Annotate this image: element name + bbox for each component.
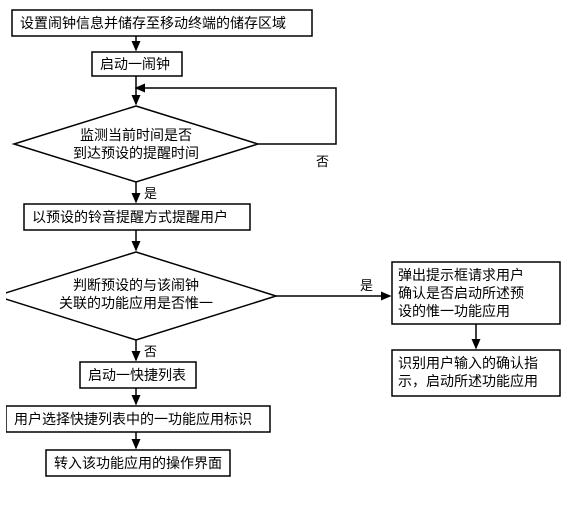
decision2-no-label: 否	[144, 344, 157, 359]
step-goto-app-label: 转入该功能应用的操作界面	[54, 455, 222, 471]
decision-check-time-line1: 监测当前时间是否	[80, 127, 192, 143]
decision2-yes-label: 是	[360, 278, 373, 293]
decision1-yes-label: 是	[144, 186, 157, 201]
step-start-alarm-label: 启动一闹钟	[100, 56, 170, 72]
branch-popup-line1: 弹出提示框请求用户	[398, 267, 524, 283]
step-start-quicklist-label: 启动一快捷列表	[88, 367, 186, 383]
step-ring-remind-label: 以预设的铃音提醒方式提醒用户	[32, 209, 228, 225]
branch-popup-line3: 设的惟一功能应用	[398, 303, 510, 319]
decision1-no-label: 否	[316, 154, 329, 169]
step-user-select-label: 用户选择快捷列表中的一功能应用标识	[14, 411, 252, 427]
branch-recognize-line2: 示，启动所述功能应用	[398, 373, 538, 389]
decision-check-time-line2: 到达预设的提醒时间	[73, 145, 199, 161]
step-set-alarm-info-label: 设置闹钟信息并储存至移动终端的储存区域	[20, 15, 286, 31]
decision-unique-app-line1: 判断预设的与该闹钟	[73, 277, 199, 293]
branch-popup-line2: 确认是否启动所述预	[398, 285, 524, 301]
decision-check-time	[14, 106, 258, 182]
decision-unique-app-line2: 关联的功能应用是否惟一	[59, 295, 213, 311]
branch-recognize-line1: 识别用户输入的确认指	[398, 355, 538, 371]
